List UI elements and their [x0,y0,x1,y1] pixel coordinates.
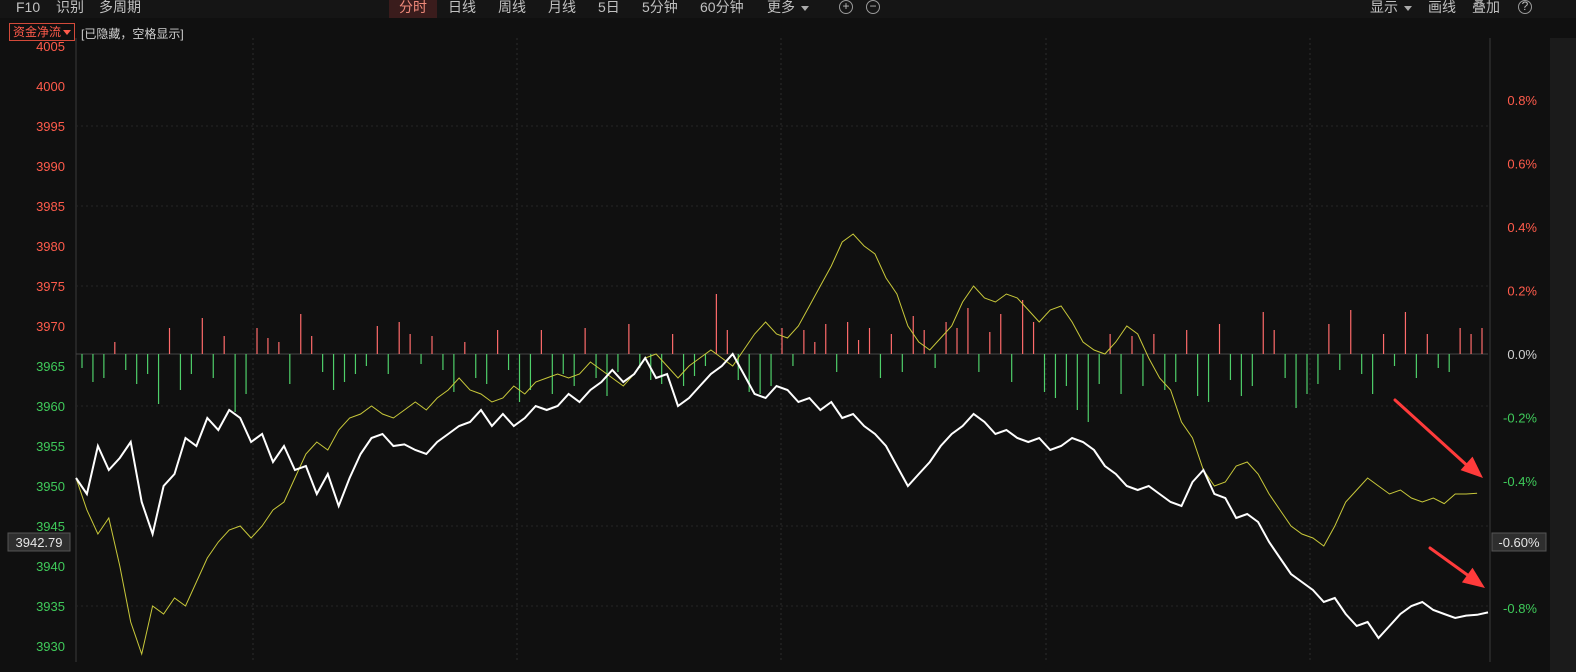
red-arrow-lower-head [1461,567,1485,588]
current-pct-label: -0.60% [1498,535,1540,550]
left-axis-tick-label: 3935 [36,599,65,614]
current-value-labels: 3942.79 -0.60% [7,532,1547,552]
intraday-chart[interactable]: 4005 4000 3995 3990 3985 3980 3975 3970 3965 3960… [0,0,1576,672]
left-price-axis: 4005 4000 3995 3990 3985 3980 3975 3970 3965 3960… [36,39,65,654]
left-axis-tick-label: 3960 [36,399,65,414]
right-axis-tick-label: -0.4% [1503,474,1537,489]
left-axis-tick-label: 3940 [36,559,65,574]
left-axis-tick-label: 3985 [36,199,65,214]
left-axis-tick-label: 3995 [36,119,65,134]
right-axis-tick-label: 0.4% [1507,220,1537,235]
right-axis-tick-label: -0.8% [1503,601,1537,616]
left-axis-tick-label: 3970 [36,319,65,334]
left-axis-tick-label: 3965 [36,359,65,374]
left-axis-tick-label: 4005 [36,39,65,54]
left-axis-tick-label: 4000 [36,79,65,94]
left-axis-tick-label: 3950 [36,479,65,494]
average-price-line [75,233,1478,656]
left-axis-tick-label: 3975 [36,279,65,294]
right-axis-tick-label: -0.2% [1503,410,1537,425]
right-axis-tick-label: 0.8% [1507,93,1537,108]
right-side-panel [1550,38,1576,672]
right-axis-tick-label: 0.0% [1507,347,1537,362]
red-arrow-upper-head [1460,456,1483,478]
current-price-label: 3942.79 [16,535,63,550]
left-axis-tick-label: 3980 [36,239,65,254]
right-axis-tick-label: 0.6% [1507,157,1537,172]
price-line [75,352,1489,640]
left-axis-tick-label: 3990 [36,159,65,174]
left-axis-tick-label: 3945 [36,519,65,534]
red-arrow-upper-shaft [1393,398,1473,471]
chart-grid [75,38,1491,662]
right-axis-tick-label: 0.2% [1507,284,1537,299]
flow-bars [81,294,1483,422]
chart-lines [75,233,1489,656]
left-axis-tick-label: 3955 [36,439,65,454]
red-arrow-lower-shaft [1428,546,1475,581]
left-axis-tick-label: 3930 [36,639,65,654]
